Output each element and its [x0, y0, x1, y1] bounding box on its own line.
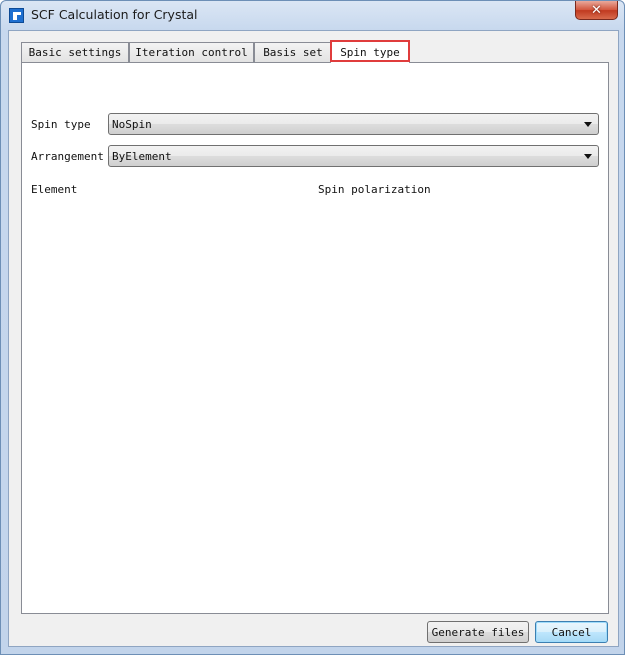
- arrangement-select[interactable]: ByElement: [108, 145, 599, 167]
- tab-spin-type[interactable]: Spin type: [330, 40, 410, 63]
- chevron-down-icon: [584, 122, 592, 127]
- chevron-down-icon: [584, 154, 592, 159]
- dialog-client-area: Basic settings Iteration control Basis s…: [8, 30, 619, 647]
- generate-files-button[interactable]: Generate files: [427, 621, 529, 643]
- tab-label: Spin type: [340, 45, 400, 59]
- tab-label: Basis set: [263, 46, 323, 59]
- app-icon: [9, 8, 24, 23]
- cancel-label: Cancel: [551, 625, 592, 639]
- spin-type-value: NoSpin: [112, 118, 152, 131]
- table-header-spin-polarization: Spin polarization: [318, 183, 431, 196]
- dialog-window: SCF Calculation for Crystal ✕ Basic sett…: [0, 0, 625, 655]
- cancel-button[interactable]: Cancel: [535, 621, 608, 643]
- title-bar[interactable]: SCF Calculation for Crystal ✕: [1, 1, 624, 29]
- generate-files-label: Generate files: [431, 625, 525, 639]
- spin-type-select[interactable]: NoSpin: [108, 113, 599, 135]
- tab-label: Iteration control: [135, 46, 248, 59]
- close-button[interactable]: ✕: [575, 1, 618, 20]
- window-title: SCF Calculation for Crystal: [31, 7, 198, 22]
- arrangement-value: ByElement: [112, 150, 172, 163]
- tab-basis-set[interactable]: Basis set: [254, 42, 332, 62]
- spin-type-label: Spin type: [31, 118, 91, 131]
- close-icon: ✕: [591, 2, 602, 18]
- spin-type-panel: Spin type NoSpin Arrangement ByElement E…: [21, 62, 609, 614]
- tab-basic-settings[interactable]: Basic settings: [21, 42, 129, 62]
- table-header-element: Element: [31, 183, 78, 196]
- arrangement-label: Arrangement: [31, 150, 104, 163]
- tab-iteration-control[interactable]: Iteration control: [129, 42, 254, 62]
- tab-label: Basic settings: [28, 46, 122, 59]
